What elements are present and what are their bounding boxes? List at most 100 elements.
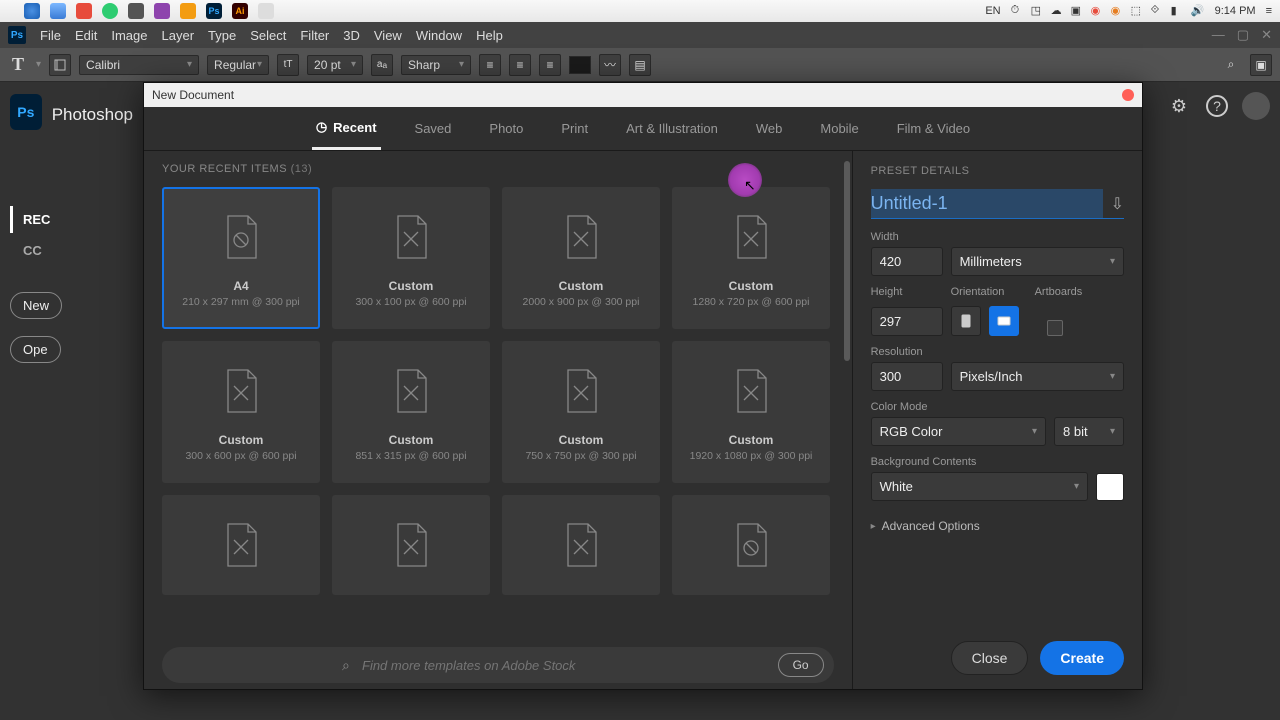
tab-print[interactable]: Print bbox=[557, 109, 592, 148]
app-icon[interactable] bbox=[180, 3, 196, 19]
app-icon[interactable] bbox=[258, 3, 274, 19]
preset-card[interactable]: Custom1920 x 1080 px @ 300 ppi bbox=[672, 341, 830, 483]
text-color-swatch[interactable] bbox=[569, 56, 591, 74]
help-icon[interactable]: ? bbox=[1206, 95, 1228, 117]
tray-icon[interactable]: ⏱ bbox=[1011, 4, 1025, 18]
menu-file[interactable]: File bbox=[40, 28, 61, 43]
menu-select[interactable]: Select bbox=[250, 28, 286, 43]
colormode-dropdown[interactable]: RGB Color▾ bbox=[871, 417, 1046, 446]
orientation-toggle[interactable] bbox=[49, 54, 71, 76]
orientation-landscape-button[interactable] bbox=[989, 306, 1019, 336]
search-icon[interactable]: ⌕ bbox=[1220, 54, 1242, 76]
font-family-dropdown[interactable]: Calibri▾ bbox=[79, 55, 199, 75]
align-right-button[interactable]: ≡ bbox=[539, 54, 561, 76]
create-button[interactable]: Create bbox=[1040, 641, 1124, 675]
bg-dropdown[interactable]: White▾ bbox=[871, 472, 1088, 501]
menu-filter[interactable]: Filter bbox=[300, 28, 329, 43]
go-button[interactable]: Go bbox=[778, 653, 824, 677]
tab-film[interactable]: Film & Video bbox=[893, 109, 974, 148]
new-button[interactable]: New bbox=[10, 292, 62, 319]
scrollbar[interactable] bbox=[844, 161, 850, 637]
bg-color-swatch[interactable] bbox=[1096, 473, 1124, 501]
menu-help[interactable]: Help bbox=[476, 28, 503, 43]
sidebar-ccfiles[interactable]: CC bbox=[10, 237, 133, 264]
preset-card[interactable] bbox=[332, 495, 490, 595]
preset-card[interactable]: A4210 x 297 mm @ 300 ppi bbox=[162, 187, 320, 329]
menu-window[interactable]: Window bbox=[416, 28, 462, 43]
preset-card[interactable]: Custom2000 x 900 px @ 300 ppi bbox=[502, 187, 660, 329]
tray-icon[interactable]: ▣ bbox=[1071, 4, 1085, 18]
menu-type[interactable]: Type bbox=[208, 28, 236, 43]
workspace-button[interactable]: ▣ bbox=[1250, 54, 1272, 76]
maximize-button[interactable]: ▢ bbox=[1237, 27, 1249, 43]
sidebar-recent[interactable]: REC bbox=[10, 206, 133, 233]
menu-3d[interactable]: 3D bbox=[343, 28, 360, 43]
type-tool-icon[interactable]: T bbox=[8, 55, 28, 75]
tray-icon[interactable]: ◉ bbox=[1111, 4, 1125, 18]
menu-image[interactable]: Image bbox=[111, 28, 147, 43]
resolution-unit-dropdown[interactable]: Pixels/Inch▾ bbox=[951, 362, 1124, 391]
tab-photo[interactable]: Photo bbox=[485, 109, 527, 148]
wifi-icon[interactable]: ⟐ bbox=[1151, 4, 1165, 18]
minimize-button[interactable]: — bbox=[1212, 27, 1225, 43]
open-button[interactable]: Ope bbox=[10, 336, 61, 363]
menu-layer[interactable]: Layer bbox=[162, 28, 195, 43]
close-dot-icon[interactable] bbox=[1122, 89, 1134, 101]
tray-icon[interactable]: ◉ bbox=[1091, 4, 1105, 18]
tray-icon[interactable]: ☁ bbox=[1051, 4, 1065, 18]
preset-card[interactable] bbox=[672, 495, 830, 595]
artboards-checkbox[interactable] bbox=[1047, 320, 1063, 336]
antialias-dropdown[interactable]: Sharp▾ bbox=[401, 55, 471, 75]
safari-icon[interactable] bbox=[50, 3, 66, 19]
align-left-button[interactable]: ≡ bbox=[479, 54, 501, 76]
document-name-input[interactable] bbox=[871, 189, 1103, 218]
font-size-dropdown[interactable]: 20 pt▾ bbox=[307, 55, 363, 75]
preset-card[interactable]: Custom1280 x 720 px @ 600 ppi bbox=[672, 187, 830, 329]
close-button[interactable]: ✕ bbox=[1261, 27, 1272, 43]
stock-search-input[interactable] bbox=[202, 658, 768, 673]
tab-art[interactable]: Art & Illustration bbox=[622, 109, 722, 148]
gear-icon[interactable]: ⚙ bbox=[1166, 93, 1192, 119]
tray-icon[interactable]: ⬚ bbox=[1131, 4, 1145, 18]
app-icon[interactable] bbox=[128, 3, 144, 19]
menu-view[interactable]: View bbox=[374, 28, 402, 43]
menu-edit[interactable]: Edit bbox=[75, 28, 97, 43]
tray-icon[interactable]: ◳ bbox=[1031, 4, 1045, 18]
tab-saved[interactable]: Saved bbox=[411, 109, 456, 148]
tab-web[interactable]: Web bbox=[752, 109, 787, 148]
tab-mobile[interactable]: Mobile bbox=[816, 109, 862, 148]
height-input[interactable] bbox=[871, 307, 943, 336]
finder-icon[interactable] bbox=[24, 3, 40, 19]
preset-card[interactable] bbox=[162, 495, 320, 595]
app-icon[interactable] bbox=[76, 3, 92, 19]
app-icon[interactable] bbox=[154, 3, 170, 19]
preset-card[interactable]: Custom851 x 315 px @ 600 ppi bbox=[332, 341, 490, 483]
width-input[interactable] bbox=[871, 247, 943, 276]
photoshop-icon[interactable]: Ps bbox=[206, 3, 222, 19]
dialog-titlebar[interactable]: New Document bbox=[144, 83, 1142, 107]
illustrator-icon[interactable]: Ai bbox=[232, 3, 248, 19]
close-button[interactable]: Close bbox=[951, 641, 1029, 675]
advanced-options-toggle[interactable]: ▸Advanced Options bbox=[871, 519, 1124, 533]
menu-icon[interactable]: ≡ bbox=[1266, 5, 1272, 17]
resolution-input[interactable] bbox=[871, 362, 943, 391]
panels-button[interactable]: ▤ bbox=[629, 54, 651, 76]
volume-icon[interactable]: 🔊 bbox=[1191, 4, 1205, 18]
app-icon[interactable] bbox=[102, 3, 118, 19]
preset-card[interactable]: Custom300 x 600 px @ 600 ppi bbox=[162, 341, 320, 483]
align-center-button[interactable]: ≡ bbox=[509, 54, 531, 76]
tool-chevron-icon[interactable]: ▾ bbox=[36, 59, 41, 70]
font-weight-dropdown[interactable]: Regular▾ bbox=[207, 55, 269, 75]
tab-recent[interactable]: ◷Recent bbox=[312, 107, 381, 150]
clock[interactable]: 9:14 PM bbox=[1215, 5, 1256, 17]
save-preset-icon[interactable]: ⇩ bbox=[1103, 194, 1124, 214]
orientation-portrait-button[interactable] bbox=[951, 306, 981, 336]
warp-text-button[interactable]: 〰 bbox=[599, 54, 621, 76]
width-unit-dropdown[interactable]: Millimeters▾ bbox=[951, 247, 1124, 276]
avatar[interactable] bbox=[1242, 92, 1270, 120]
battery-icon[interactable]: ▮ bbox=[1171, 4, 1185, 18]
input-lang[interactable]: EN bbox=[985, 5, 1000, 17]
bitdepth-dropdown[interactable]: 8 bit▾ bbox=[1054, 417, 1124, 446]
preset-card[interactable]: Custom750 x 750 px @ 300 ppi bbox=[502, 341, 660, 483]
preset-card[interactable]: Custom300 x 100 px @ 600 ppi bbox=[332, 187, 490, 329]
